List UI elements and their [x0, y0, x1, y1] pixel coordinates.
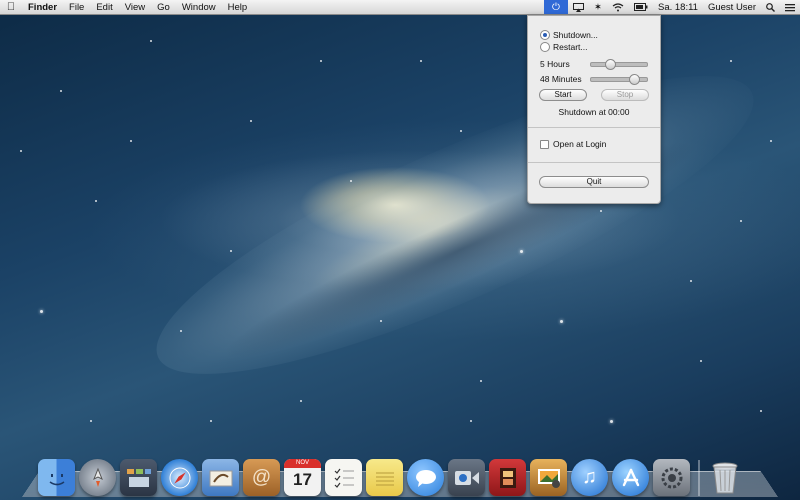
star: [740, 220, 742, 222]
star: [320, 60, 322, 62]
star: [600, 210, 602, 212]
apple-menu-icon[interactable]: : [0, 1, 22, 13]
minutes-row: 48 Minutes: [540, 73, 648, 85]
wifi-icon[interactable]: [607, 0, 629, 14]
notification-center-icon[interactable]: [780, 0, 800, 14]
shutdown-radio[interactable]: [540, 30, 550, 40]
mail-icon[interactable]: [202, 459, 239, 496]
menu-app-name[interactable]: Finder: [22, 2, 63, 13]
reminders-icon[interactable]: [325, 459, 362, 496]
calendar-month: NOV: [284, 459, 321, 468]
bluetooth-icon[interactable]: ✶: [589, 0, 607, 14]
star: [95, 200, 97, 202]
minutes-slider[interactable]: [590, 73, 648, 85]
star: [130, 140, 132, 142]
app-store-icon[interactable]: [612, 459, 649, 496]
menu-help[interactable]: Help: [222, 2, 254, 13]
star: [210, 420, 212, 422]
hours-row: 5 Hours: [540, 58, 648, 70]
menu-bar:  Finder File Edit View Go Window Help ⏻…: [0, 0, 800, 15]
star: [230, 250, 232, 252]
itunes-icon[interactable]: ♫: [571, 459, 608, 496]
messages-icon[interactable]: [407, 459, 444, 496]
separator: [528, 127, 660, 128]
restart-option[interactable]: Restart...: [540, 42, 587, 52]
open-at-login-option[interactable]: Open at Login: [540, 139, 606, 149]
star: [60, 90, 62, 92]
power-icon[interactable]: ⏻: [544, 0, 569, 14]
dock-divider: [698, 460, 700, 496]
shutdown-option[interactable]: Shutdown...: [540, 30, 598, 40]
hours-label: 5 Hours: [540, 59, 570, 69]
star: [480, 380, 482, 382]
star: [150, 40, 152, 42]
star: [730, 60, 732, 62]
star: [420, 60, 422, 62]
hours-slider-thumb[interactable]: [605, 58, 617, 70]
clock[interactable]: Sa. 18:11: [653, 0, 703, 14]
restart-label: Restart...: [553, 42, 588, 52]
shutdown-timer-popover: Shutdown... Restart... 5 Hours 48 Minute…: [527, 15, 661, 204]
star: [350, 180, 352, 182]
restart-radio[interactable]: [540, 42, 550, 52]
star: [20, 150, 22, 152]
menu-go[interactable]: Go: [151, 2, 176, 13]
menu-edit[interactable]: Edit: [90, 2, 118, 13]
menu-view[interactable]: View: [119, 2, 151, 13]
trash-icon[interactable]: [706, 459, 743, 496]
menu-window[interactable]: Window: [176, 2, 222, 13]
shutdown-status-text: Shutdown at 00:00: [558, 107, 630, 117]
open-at-login-label: Open at Login: [553, 139, 607, 149]
safari-icon[interactable]: [161, 459, 198, 496]
photo-booth-icon[interactable]: [489, 459, 526, 496]
launchpad-icon[interactable]: [79, 459, 116, 496]
contacts-icon[interactable]: @: [243, 459, 280, 496]
calendar-icon[interactable]: NOV 17: [284, 459, 321, 496]
quit-button[interactable]: Quit: [539, 176, 649, 188]
star: [40, 310, 43, 313]
calendar-day: 17: [293, 470, 312, 489]
star: [700, 360, 702, 362]
iphoto-icon[interactable]: [530, 459, 567, 496]
star: [770, 140, 772, 142]
minutes-slider-thumb[interactable]: [628, 73, 640, 85]
user-menu[interactable]: Guest User: [703, 0, 761, 14]
shutdown-label: Shutdown...: [553, 30, 598, 40]
spotlight-search-icon[interactable]: [761, 0, 780, 14]
hours-slider[interactable]: [590, 58, 648, 70]
star: [560, 320, 563, 323]
star: [690, 280, 692, 282]
airplay-icon[interactable]: [568, 0, 589, 14]
minutes-label: 48 Minutes: [540, 74, 582, 84]
star: [460, 130, 462, 132]
stop-button[interactable]: Stop: [601, 89, 649, 101]
start-button[interactable]: Start: [539, 89, 587, 101]
battery-icon[interactable]: [629, 0, 653, 14]
star: [470, 420, 472, 422]
finder-icon[interactable]: [38, 459, 75, 496]
star: [520, 250, 523, 253]
separator: [528, 162, 660, 163]
star: [250, 120, 252, 122]
dock: @ NOV 17 ♫: [38, 446, 768, 496]
system-preferences-icon[interactable]: [653, 459, 690, 496]
notes-icon[interactable]: [366, 459, 403, 496]
menu-file[interactable]: File: [63, 2, 90, 13]
star: [90, 420, 92, 422]
status-menus: ⏻ ✶ Sa. 18:11 Guest User: [544, 0, 800, 14]
open-at-login-checkbox[interactable]: [540, 139, 549, 149]
star: [380, 320, 382, 322]
desktop-wallpaper: [0, 0, 800, 500]
facetime-icon[interactable]: [448, 459, 485, 496]
star: [300, 400, 302, 402]
star: [610, 420, 613, 423]
mission-control-icon[interactable]: [120, 459, 157, 496]
star: [180, 330, 182, 332]
star: [760, 410, 762, 412]
